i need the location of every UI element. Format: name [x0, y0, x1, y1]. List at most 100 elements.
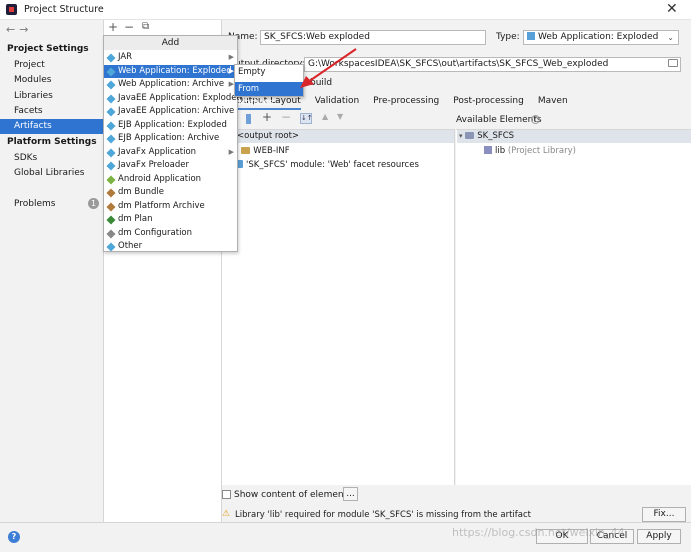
- sidebar-item-modules[interactable]: Modules: [0, 73, 103, 88]
- artifact-type-icon: [106, 80, 116, 90]
- show-content-label: Show content of elements: [234, 490, 352, 500]
- menu-item-label: JavaEE Application: Exploded: [118, 92, 242, 103]
- tab-maven[interactable]: Maven: [538, 96, 568, 106]
- menu-item-other[interactable]: Other: [104, 240, 237, 254]
- menu-item-jar[interactable]: JAR ▶: [104, 51, 237, 65]
- chevron-down-icon: ▾: [459, 132, 463, 140]
- annotation-arrow: [300, 48, 357, 88]
- tree-row-sk-sfcs[interactable]: ▾ SK_SFCS: [457, 130, 691, 143]
- menu-item-javafx-application[interactable]: JavaFx Application ▶: [104, 146, 237, 160]
- new-folder-icon[interactable]: [246, 114, 251, 124]
- tab-validation[interactable]: Validation: [315, 96, 359, 106]
- tab-bar: Output LayoutValidationPre-processingPos…: [236, 96, 582, 110]
- add-menu-header: Add: [104, 36, 237, 50]
- app-logo-icon: [6, 4, 17, 15]
- menu-item-label: dm Configuration: [118, 227, 193, 238]
- show-content-checkbox[interactable]: [222, 490, 231, 499]
- tree-label: lib: [495, 146, 506, 156]
- sidebar-item-libraries[interactable]: Libraries: [0, 89, 103, 104]
- tab-post-processing[interactable]: Post-processing: [453, 96, 524, 106]
- available-elements-tree: [456, 129, 691, 485]
- menu-item-dm-platform-archive[interactable]: dm Platform Archive: [104, 200, 237, 214]
- sidebar-item-facets[interactable]: Facets: [0, 104, 103, 119]
- sidebar-item-global-libraries[interactable]: Global Libraries: [0, 166, 103, 181]
- menu-item-dm-configuration[interactable]: dm Configuration: [104, 227, 237, 241]
- tree-row-web-inf[interactable]: ▸ WEB-INF: [223, 145, 454, 158]
- tree-row-output-root[interactable]: <output root>: [223, 130, 454, 143]
- tree-label: 'SK_SFCS' module: 'Web' facet resources: [246, 160, 419, 170]
- warning-text: Library 'lib' required for module 'SK_SF…: [235, 510, 531, 520]
- tree-row-lib[interactable]: lib (Project Library): [457, 145, 691, 158]
- menu-item-web-application-archive[interactable]: Web Application: Archive ▶: [104, 78, 237, 92]
- artifact-type-icon: [106, 53, 116, 63]
- artifact-type-icon: [106, 215, 116, 225]
- apply-button[interactable]: Apply: [637, 529, 681, 544]
- menu-item-label: EJB Application: Archive: [118, 133, 220, 143]
- sort-icon[interactable]: ↓↑: [300, 113, 313, 124]
- tree-row-facet-resources[interactable]: 'SK_SFCS' module: 'Web' facet resources: [223, 159, 454, 172]
- menu-item-label: Web Application: Exploded: [118, 65, 232, 76]
- add-element-icon[interactable]: +: [262, 110, 272, 124]
- sidebar-item-project[interactable]: Project: [0, 58, 103, 73]
- menu-item-ejb-application-exploded[interactable]: EJB Application: Exploded: [104, 119, 237, 133]
- artifact-type-icon: [106, 188, 116, 198]
- chevron-right-icon: ▶: [228, 53, 234, 61]
- remove-element-icon[interactable]: −: [281, 110, 291, 124]
- menu-item-label: Web Application: Archive: [118, 79, 225, 89]
- tree-label: SK_SFCS: [477, 131, 515, 141]
- artifact-type-icon: [106, 242, 116, 252]
- menu-item-dm-bundle[interactable]: dm Bundle: [104, 186, 237, 200]
- output-layout-tree: [222, 129, 455, 485]
- type-value: Web Application: Exploded: [538, 32, 659, 42]
- more-options-button[interactable]: ...: [343, 487, 358, 501]
- sidebar-item-artifacts[interactable]: Artifacts: [0, 119, 103, 134]
- menu-item-javaee-application-archive[interactable]: JavaEE Application: Archive: [104, 105, 237, 119]
- menu-item-android-application[interactable]: Android Application: [104, 173, 237, 187]
- fix-button[interactable]: Fix...: [642, 507, 686, 522]
- move-down-icon[interactable]: ▼: [337, 112, 343, 121]
- tab-pre-processing[interactable]: Pre-processing: [373, 96, 439, 106]
- move-up-icon[interactable]: ▲: [322, 112, 328, 121]
- menu-item-javaee-application-exploded[interactable]: JavaEE Application: Exploded: [104, 92, 242, 106]
- artifact-type-select[interactable]: Web Application: Exploded ⌄: [523, 30, 679, 45]
- artifact-name-input[interactable]: SK_SFCS:Web exploded: [260, 30, 486, 45]
- menu-item-ejb-application-archive[interactable]: EJB Application: Archive: [104, 132, 237, 146]
- menu-item-label: dm Plan: [118, 214, 153, 224]
- window-title: Project Structure: [24, 4, 104, 15]
- menu-item-javafx-preloader[interactable]: JavaFx Preloader: [104, 159, 237, 173]
- artifact-type-icon: [106, 120, 116, 131]
- module-folder-icon: [465, 132, 475, 139]
- platform-settings-header: Platform Settings: [7, 137, 97, 147]
- warning-icon: ⚠: [222, 509, 231, 519]
- menu-item-label: dm Bundle: [118, 187, 164, 197]
- artifact-type-icon: [106, 201, 116, 212]
- artifact-type-icon: [106, 174, 116, 185]
- folder-browse-icon[interactable]: [668, 59, 678, 67]
- help-circle-icon[interactable]: ?: [531, 115, 540, 124]
- artifact-type-icon: [106, 134, 116, 144]
- menu-item-dm-plan[interactable]: dm Plan: [104, 213, 237, 227]
- artifact-type-icon: [106, 161, 116, 171]
- add-artifact-button[interactable]: +: [108, 20, 118, 34]
- library-icon: [484, 146, 492, 154]
- artifact-type-icon: [106, 228, 116, 239]
- copy-artifact-button[interactable]: ⧉: [142, 21, 149, 32]
- menu-item-label: dm Platform Archive: [118, 200, 205, 211]
- sidebar-item-sdks[interactable]: SDKs: [0, 151, 103, 166]
- menu-item-label: Android Application: [118, 173, 202, 184]
- folder-icon: [241, 147, 251, 154]
- chevron-right-icon: ▶: [228, 147, 234, 156]
- project-settings-header: Project Settings: [7, 44, 89, 54]
- tree-note: (Project Library): [507, 146, 576, 156]
- output-directory-input[interactable]: G:\WorkspacesIDEA\SK_SFCS\out\artifacts\…: [304, 57, 681, 72]
- close-icon[interactable]: ✕: [666, 1, 678, 17]
- remove-artifact-button[interactable]: −: [124, 20, 134, 34]
- chevron-down-icon: ⌄: [667, 33, 674, 42]
- menu-item-web-application-exploded[interactable]: Web Application: Exploded ▶: [104, 64, 237, 78]
- type-label: Type:: [496, 32, 520, 42]
- problems-count-badge: 1: [88, 198, 99, 209]
- help-icon[interactable]: ?: [8, 531, 20, 543]
- tree-label: <output root>: [237, 131, 300, 141]
- back-forward-icons[interactable]: ←→: [6, 23, 32, 36]
- menu-item-label: EJB Application: Exploded: [118, 119, 227, 130]
